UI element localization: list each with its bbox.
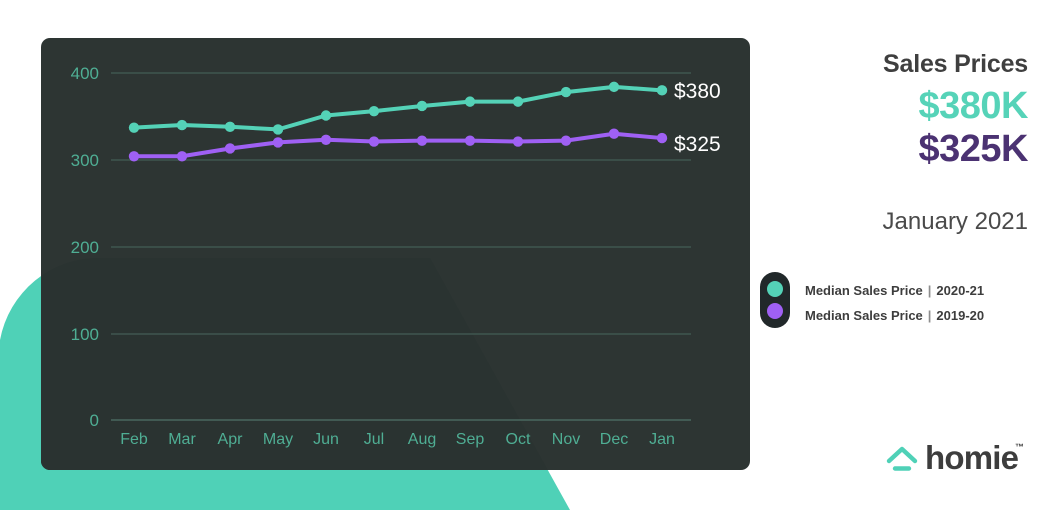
- right-panel: Sales Prices $380K $325K January 2021 Me…: [760, 40, 1040, 480]
- y-tick-400: 400: [71, 64, 99, 83]
- data-point[interactable]: [128, 122, 140, 133]
- primary-value: $380K: [918, 85, 1029, 127]
- series-line-secondary: [132, 131, 664, 159]
- y-axis-tick-labels: 400 300 200 100 0: [71, 64, 99, 430]
- legend-pill-background: [760, 272, 790, 328]
- series-layer: [128, 81, 668, 162]
- x-tick-2: Apr: [218, 431, 244, 448]
- page-title: Sales Prices: [883, 50, 1028, 78]
- logo-wordmark: homie: [925, 439, 1019, 476]
- x-tick-0: Feb: [120, 431, 148, 448]
- legend-separator-primary: |: [927, 283, 932, 298]
- legend-item-2020-21: Median Sales Price | 2020-21: [805, 278, 984, 303]
- y-tick-0: 0: [90, 411, 99, 430]
- end-label-primary: $380: [674, 80, 721, 103]
- data-point[interactable]: [464, 135, 476, 146]
- y-tick-100: 100: [71, 325, 99, 344]
- data-point[interactable]: [512, 96, 524, 107]
- data-point[interactable]: [224, 143, 236, 154]
- x-tick-4: Jun: [313, 431, 339, 448]
- legend-label-primary: Median Sales Price: [805, 283, 923, 298]
- legend-period-primary: 2020-21: [936, 283, 985, 298]
- legend-dot-secondary-icon: [767, 303, 783, 319]
- x-tick-6: Aug: [408, 431, 436, 448]
- trademark-icon: ™: [1015, 442, 1024, 452]
- line-chart-plot: 400 300 200 100 0 Feb Mar Apr May Jun Ju…: [71, 64, 721, 448]
- series-line-primary: [132, 84, 664, 132]
- data-point[interactable]: [368, 136, 380, 147]
- y-tick-300: 300: [71, 151, 99, 170]
- chart-legend: Median Sales Price | 2020-21 Median Sales …: [760, 272, 1040, 334]
- x-tick-11: Jan: [649, 431, 675, 448]
- data-point[interactable]: [656, 132, 668, 144]
- data-point[interactable]: [560, 135, 572, 146]
- data-point[interactable]: [320, 110, 332, 121]
- data-point[interactable]: [560, 86, 572, 98]
- data-point[interactable]: [320, 134, 332, 145]
- data-point[interactable]: [656, 85, 668, 96]
- chart-card: 400 300 200 100 0 Feb Mar Apr May Jun Ju…: [41, 38, 750, 470]
- x-axis-tick-labels: Feb Mar Apr May Jun Jul Aug Sep Oct Nov …: [120, 431, 675, 448]
- legend-period-secondary: 2019-20: [936, 308, 985, 323]
- x-tick-7: Sep: [456, 431, 485, 448]
- x-tick-9: Nov: [552, 431, 580, 448]
- homie-logo: homie ™: [885, 438, 1035, 482]
- x-tick-10: Dec: [600, 431, 628, 448]
- legend-rows: Median Sales Price | 2020-21 Median Sales …: [805, 278, 984, 328]
- data-point[interactable]: [128, 151, 140, 162]
- data-point[interactable]: [512, 136, 524, 147]
- data-point[interactable]: [176, 119, 188, 131]
- data-point[interactable]: [608, 81, 620, 93]
- data-point[interactable]: [224, 121, 236, 132]
- legend-label-secondary: Median Sales Price: [805, 308, 923, 323]
- house-roof-icon-svg: [886, 446, 918, 471]
- x-tick-1: Mar: [168, 431, 196, 448]
- series-end-labels: $380 $325: [674, 80, 721, 156]
- data-point[interactable]: [416, 135, 428, 146]
- x-tick-8: Oct: [506, 431, 531, 448]
- legend-item-2019-20: Median Sales Price | 2019-20: [805, 303, 984, 328]
- data-point[interactable]: [368, 105, 380, 117]
- data-point[interactable]: [464, 96, 476, 107]
- data-point[interactable]: [416, 100, 428, 112]
- report-date: January 2021: [882, 208, 1028, 235]
- data-point[interactable]: [272, 124, 284, 135]
- data-point[interactable]: [608, 128, 620, 139]
- secondary-value: $325K: [918, 128, 1029, 170]
- data-point[interactable]: [272, 137, 284, 148]
- y-tick-200: 200: [71, 238, 99, 257]
- x-tick-3: May: [263, 431, 293, 448]
- legend-separator-secondary: |: [927, 308, 932, 323]
- infographic-root: 400 300 200 100 0 Feb Mar Apr May Jun Ju…: [0, 0, 1060, 510]
- legend-dot-primary-icon: [767, 281, 783, 297]
- roof-shape: [886, 446, 918, 464]
- x-tick-5: Jul: [364, 431, 384, 448]
- end-label-secondary: $325: [674, 133, 721, 156]
- house-roof-icon: [885, 444, 919, 479]
- data-point[interactable]: [176, 151, 188, 162]
